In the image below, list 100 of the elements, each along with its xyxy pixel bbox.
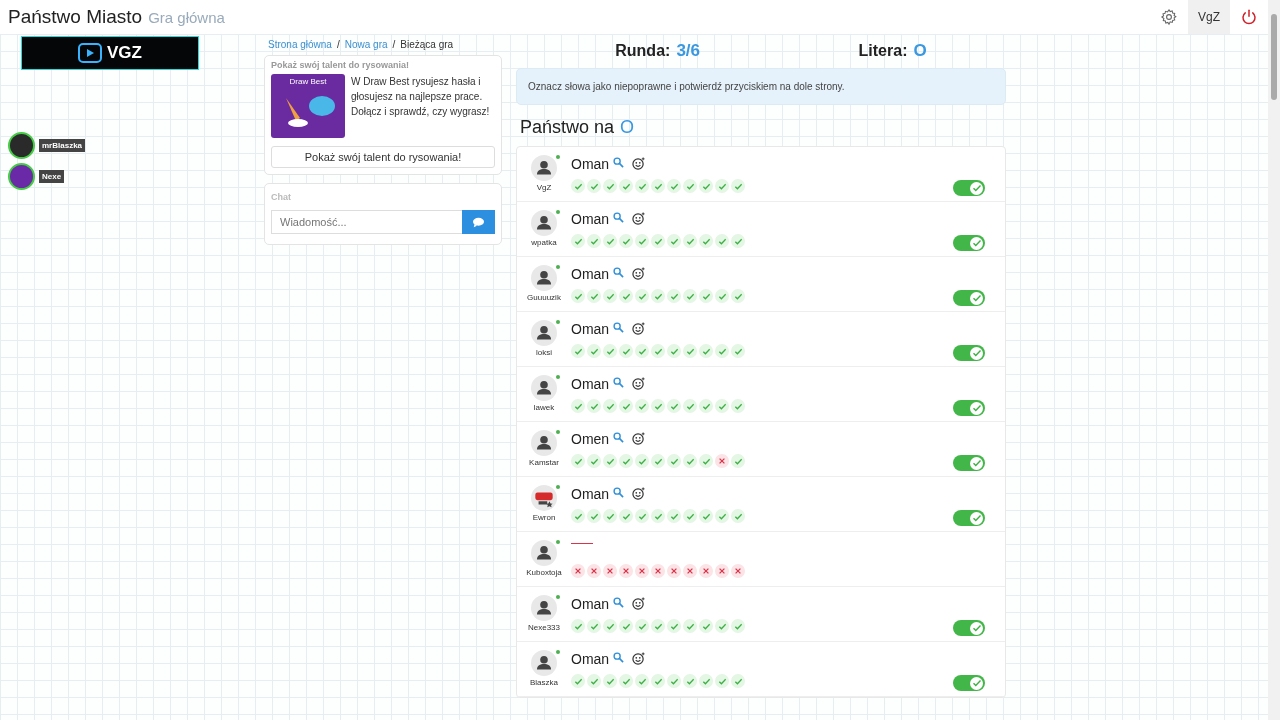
- breadcrumb-link[interactable]: Strona główna: [268, 39, 332, 50]
- round-value: 3/6: [676, 41, 700, 61]
- scrollbar[interactable]: [1268, 0, 1280, 720]
- breadcrumb-link[interactable]: Nowa gra: [344, 39, 388, 50]
- online-dot: [556, 265, 560, 269]
- accept-toggle[interactable]: [953, 290, 985, 306]
- banner-title: Draw Best: [289, 77, 327, 86]
- letter-label: Litera:: [858, 42, 908, 60]
- player-name: Blaszka: [530, 678, 558, 687]
- person-avatar-icon: [531, 595, 557, 621]
- online-dot: [556, 595, 560, 599]
- promo-button[interactable]: Pokaż swój talent do rysowania!: [271, 146, 495, 168]
- promo-banner[interactable]: Draw Best: [271, 74, 345, 138]
- check-icon: [971, 293, 982, 303]
- viewer-name: mrBlaszka: [39, 139, 86, 152]
- accept-toggle[interactable]: [953, 675, 985, 691]
- player-name: Ewron: [532, 513, 556, 522]
- check-icon: [971, 403, 982, 413]
- check-icon: [971, 513, 982, 523]
- promo-heading: Pokaż swój talent do rysowania!: [271, 60, 411, 70]
- answer-word: Oman: [571, 485, 610, 503]
- search-icon[interactable]: [613, 432, 625, 443]
- breadcrumb-current: Bieżąca gra: [400, 39, 454, 50]
- smiley-icon[interactable]: [632, 487, 646, 500]
- search-icon[interactable]: [613, 157, 625, 168]
- search-icon[interactable]: [613, 267, 625, 278]
- search-icon[interactable]: [613, 597, 625, 608]
- person-avatar-icon: [531, 430, 557, 456]
- search-icon[interactable]: [613, 652, 625, 663]
- smiley-icon[interactable]: [632, 322, 646, 335]
- check-icon: [971, 183, 982, 193]
- check-icon: [971, 348, 982, 358]
- person-avatar-icon: [531, 320, 557, 346]
- smiley-icon[interactable]: [632, 157, 646, 170]
- answer-word: Oman: [571, 155, 610, 173]
- accept-toggle[interactable]: [953, 620, 985, 636]
- accept-toggle[interactable]: [953, 400, 985, 416]
- player-name: Kamstar: [529, 458, 559, 467]
- answer-word: Omen: [571, 430, 610, 448]
- promo-text: W Draw Best rysujesz hasła i głosujesz na najlepsze prace. Dołącz i sprawdź, czy wygrasz!: [351, 75, 491, 119]
- answer-word: Oman: [571, 375, 610, 393]
- viewer-name: Nexe: [39, 170, 65, 183]
- empty-answer-line: [571, 543, 593, 544]
- breadcrumb-separator: /: [336, 39, 340, 50]
- answer-word: Oman: [571, 210, 610, 228]
- chat-heading: Chat: [271, 192, 292, 202]
- info-alert: Oznacz słowa jako niepoprawne i potwierdź przyciskiem na dole strony.: [516, 68, 1006, 105]
- smiley-icon[interactable]: [632, 652, 646, 665]
- check-icon: [971, 678, 982, 688]
- search-icon[interactable]: [613, 322, 625, 333]
- online-dot: [556, 320, 560, 324]
- accept-toggle[interactable]: [953, 180, 985, 196]
- search-icon[interactable]: [613, 377, 625, 388]
- online-dot: [556, 210, 560, 214]
- send-button[interactable]: [462, 210, 495, 234]
- accept-toggle[interactable]: [953, 455, 985, 471]
- check-icon: [971, 238, 982, 248]
- power-icon[interactable]: [1240, 8, 1258, 26]
- user-menu-button[interactable]: VgZ: [1188, 0, 1230, 34]
- player-name: loksi: [536, 348, 552, 357]
- smiley-icon[interactable]: [632, 267, 646, 280]
- app-title: Państwo Miasto: [8, 6, 143, 28]
- smiley-icon[interactable]: [632, 377, 646, 390]
- online-dot: [556, 375, 560, 379]
- player-name: lawek: [533, 403, 555, 412]
- person-avatar-icon: [531, 650, 557, 676]
- round-label: Runda:: [615, 42, 671, 60]
- check-icon: [971, 458, 982, 468]
- letter-value: O: [913, 41, 927, 61]
- search-icon[interactable]: [613, 487, 625, 498]
- smiley-icon[interactable]: [632, 212, 646, 225]
- player-name: Guuuuzik: [527, 293, 561, 302]
- answer-word: Oman: [571, 595, 610, 613]
- online-dot: [556, 155, 560, 159]
- accept-toggle[interactable]: [953, 235, 985, 251]
- settings-icon[interactable]: [1160, 8, 1178, 26]
- answer-word: Oman: [571, 320, 610, 338]
- answer-word: Oman: [571, 265, 610, 283]
- accept-toggle[interactable]: [953, 510, 985, 526]
- player-name: VgZ: [536, 183, 552, 192]
- search-icon[interactable]: [613, 212, 625, 223]
- page-subtitle: Gra główna: [148, 9, 225, 26]
- online-dot: [556, 650, 560, 654]
- message-field[interactable]: Wiadomość...: [271, 210, 462, 234]
- online-dot: [556, 430, 560, 434]
- smiley-icon[interactable]: [632, 597, 646, 610]
- person-avatar-icon: [531, 265, 557, 291]
- person-avatar-icon: [531, 155, 557, 181]
- person-avatar-icon: [531, 375, 557, 401]
- person-avatar-icon: [531, 210, 557, 236]
- accept-toggle[interactable]: [953, 345, 985, 361]
- category-heading: Państwo na: [520, 117, 615, 138]
- chat-bubble-icon: [472, 216, 485, 228]
- category-letter: O: [620, 117, 635, 138]
- play-icon: [78, 43, 102, 63]
- smiley-icon[interactable]: [632, 432, 646, 445]
- online-dot: [556, 485, 560, 489]
- person-avatar-icon: [531, 540, 557, 566]
- online-dot: [556, 540, 560, 544]
- player-name: Nexe333: [528, 623, 560, 632]
